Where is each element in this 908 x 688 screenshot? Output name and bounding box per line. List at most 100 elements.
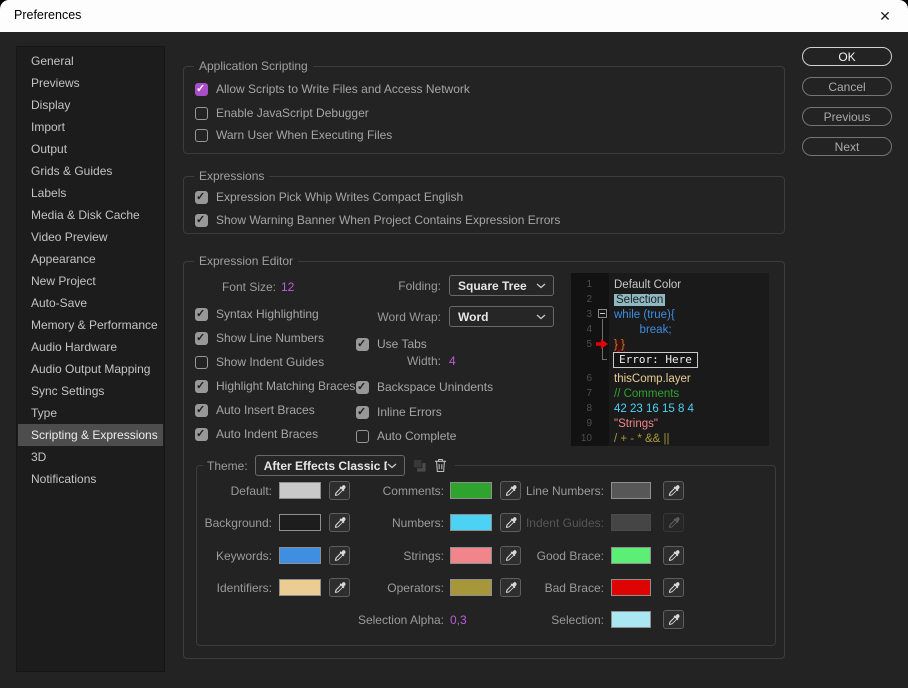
- line-number: 7: [586, 388, 592, 399]
- strings-label: Strings:: [403, 549, 444, 563]
- code-line-operators: / + - * && ||: [614, 432, 670, 445]
- syntax-preview-pane: 1 Default Color 2 Selection 3 while (true){…: [571, 273, 769, 446]
- next-button[interactable]: Next: [802, 137, 892, 156]
- dialog-title: Preferences: [14, 8, 82, 22]
- tab-width-value[interactable]: 4: [449, 354, 456, 368]
- allow-scripts-label: Allow Scripts to Write Files and Access …: [216, 82, 470, 96]
- sidebar-item-general[interactable]: General: [18, 50, 163, 72]
- use-tabs-checkbox[interactable]: ✓: [356, 337, 369, 351]
- warning-banner-checkbox[interactable]: ✓: [195, 213, 208, 227]
- sidebar-item-scripting-expressions[interactable]: Scripting & Expressions: [18, 424, 163, 446]
- auto-indent-braces-checkbox[interactable]: ✓: [195, 427, 208, 441]
- allow-scripts-checkbox[interactable]: ✓: [195, 82, 208, 96]
- show-indent-guides-row: ✓ Show Indent Guides: [195, 354, 324, 370]
- backspace-unindents-checkbox[interactable]: ✓: [356, 380, 369, 394]
- eyedropper-icon[interactable]: [663, 546, 684, 565]
- font-size-label: Font Size:: [221, 280, 276, 294]
- code-line-selection: Selection: [614, 293, 666, 306]
- sidebar-item-memory-performance[interactable]: Memory & Performance: [18, 314, 163, 336]
- selection-color-swatch[interactable]: [611, 611, 651, 628]
- theme-value: After Effects Classic Dark: [263, 458, 387, 473]
- close-icon[interactable]: ✕: [862, 0, 908, 32]
- auto-complete-checkbox[interactable]: ✓: [356, 429, 369, 443]
- previous-button[interactable]: Previous: [802, 107, 892, 126]
- bad-brace-color-swatch[interactable]: [611, 579, 651, 596]
- default-color-swatch[interactable]: [279, 482, 321, 499]
- sidebar-item-display[interactable]: Display: [18, 94, 163, 116]
- good-brace-label: Good Brace:: [536, 549, 604, 563]
- show-indent-guides-checkbox[interactable]: ✓: [195, 355, 208, 369]
- checkmark-icon: ✓: [196, 307, 206, 320]
- keywords-color-swatch[interactable]: [279, 547, 321, 564]
- expression-editor-group: Expression Editor Font Size: 12 ✓ Syntax…: [183, 254, 785, 659]
- folding-value: Square Tree: [458, 278, 527, 293]
- sidebar-item-import[interactable]: Import: [18, 116, 163, 138]
- sidebar-item-labels[interactable]: Labels: [18, 182, 163, 204]
- folding-label: Folding:: [398, 279, 441, 293]
- ok-button[interactable]: OK: [802, 47, 892, 66]
- theme-legend-row: Theme: After Effects Classic Dark: [203, 455, 455, 476]
- selection-alpha-value[interactable]: 0,3: [450, 613, 467, 627]
- error-arrow-icon: [596, 339, 608, 349]
- font-size-value[interactable]: 12: [281, 280, 294, 294]
- good-brace-color-swatch[interactable]: [611, 547, 651, 564]
- inline-errors-checkbox[interactable]: ✓: [356, 405, 369, 419]
- duplicate-theme-icon[interactable]: [412, 457, 427, 475]
- sidebar-item-grids-guides[interactable]: Grids & Guides: [18, 160, 163, 182]
- sidebar-item-audio-output-mapping[interactable]: Audio Output Mapping: [18, 358, 163, 380]
- show-line-numbers-label: Show Line Numbers: [216, 331, 325, 345]
- preferences-dialog: Preferences ✕ General Previews Display I…: [0, 0, 908, 688]
- cancel-button[interactable]: Cancel: [802, 77, 892, 96]
- operators-color-swatch[interactable]: [450, 579, 492, 596]
- warning-banner-row: ✓ Show Warning Banner When Project Conta…: [195, 212, 560, 228]
- tab-width-label: Width:: [406, 354, 441, 368]
- strings-color-swatch[interactable]: [450, 547, 492, 564]
- sidebar-item-type[interactable]: Type: [18, 402, 163, 424]
- sidebar-item-media-disk-cache[interactable]: Media & Disk Cache: [18, 204, 163, 226]
- theme-dropdown[interactable]: After Effects Classic Dark: [254, 455, 405, 476]
- sidebar-item-notifications[interactable]: Notifications: [18, 468, 163, 490]
- word-wrap-dropdown[interactable]: Word: [449, 306, 554, 327]
- checkmark-icon: ✓: [196, 82, 206, 95]
- syntax-highlighting-row: ✓ Syntax Highlighting: [195, 306, 319, 322]
- use-tabs-row: ✓ Use Tabs: [356, 336, 427, 352]
- sidebar-item-output[interactable]: Output: [18, 138, 163, 160]
- line-numbers-color-swatch[interactable]: [611, 482, 651, 499]
- highlight-matching-braces-label: Highlight Matching Braces: [216, 379, 356, 393]
- code-line-numbers: 42 23 16 15 8 4: [614, 402, 694, 415]
- eyedropper-icon[interactable]: [663, 481, 684, 500]
- warn-executing-label: Warn User When Executing Files: [216, 128, 393, 142]
- allow-scripts-row: ✓ Allow Scripts to Write Files and Acces…: [195, 81, 470, 97]
- sidebar-item-sync-settings[interactable]: Sync Settings: [18, 380, 163, 402]
- sidebar-item-auto-save[interactable]: Auto-Save: [18, 292, 163, 314]
- syntax-highlighting-checkbox[interactable]: ✓: [195, 307, 208, 321]
- highlight-matching-braces-checkbox[interactable]: ✓: [195, 379, 208, 393]
- selection-label: Selection:: [551, 613, 604, 627]
- sidebar-item-previews[interactable]: Previews: [18, 72, 163, 94]
- indent-guides-label: Indent Guides:: [525, 516, 604, 530]
- warn-executing-checkbox[interactable]: ✓: [195, 128, 208, 142]
- delete-theme-icon[interactable]: [434, 457, 447, 475]
- sidebar-item-3d[interactable]: 3D: [18, 446, 163, 468]
- auto-insert-braces-checkbox[interactable]: ✓: [195, 403, 208, 417]
- sidebar-item-appearance[interactable]: Appearance: [18, 248, 163, 270]
- js-debugger-checkbox[interactable]: ✓: [195, 106, 208, 120]
- show-line-numbers-checkbox[interactable]: ✓: [195, 331, 208, 345]
- fold-collapse-icon[interactable]: [598, 309, 607, 318]
- sidebar-item-video-preview[interactable]: Video Preview: [18, 226, 163, 248]
- warn-executing-row: ✓ Warn User When Executing Files: [195, 127, 392, 143]
- swatch-row: Identifiers: Operators: Bad Brace:: [197, 578, 775, 598]
- code-line-error: } }: [614, 338, 625, 351]
- folding-dropdown[interactable]: Square Tree: [449, 275, 554, 296]
- preferences-category-list: General Previews Display Import Output G…: [16, 46, 165, 672]
- eyedropper-icon[interactable]: [663, 578, 684, 597]
- code-line-default: Default Color: [614, 278, 682, 291]
- expression-editor-legend: Expression Editor: [194, 254, 299, 268]
- sidebar-item-new-project[interactable]: New Project: [18, 270, 163, 292]
- pick-whip-checkbox[interactable]: ✓: [195, 190, 208, 204]
- eyedropper-icon[interactable]: [663, 610, 684, 629]
- titlebar: Preferences ✕: [0, 0, 908, 32]
- comments-color-swatch[interactable]: [450, 482, 492, 499]
- identifiers-color-swatch[interactable]: [279, 579, 321, 596]
- sidebar-item-audio-hardware[interactable]: Audio Hardware: [18, 336, 163, 358]
